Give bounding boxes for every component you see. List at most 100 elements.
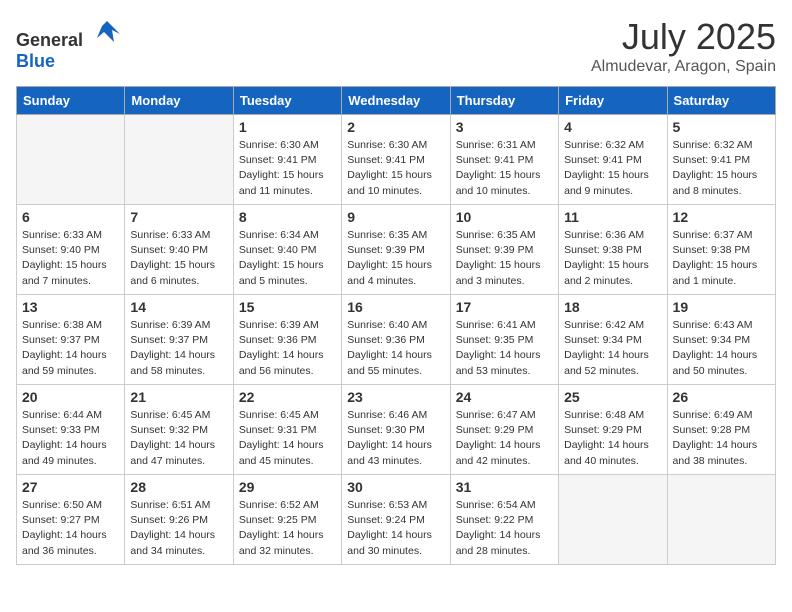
day-number: 7	[130, 209, 227, 225]
day-number: 20	[22, 389, 119, 405]
day-info: Sunrise: 6:45 AMSunset: 9:32 PMDaylight:…	[130, 408, 227, 469]
day-number: 26	[673, 389, 770, 405]
logo-general: General	[16, 30, 83, 50]
week-row-5: 27 Sunrise: 6:50 AMSunset: 9:27 PMDaylig…	[17, 475, 776, 565]
calendar-cell	[667, 475, 775, 565]
calendar-cell: 2 Sunrise: 6:30 AMSunset: 9:41 PMDayligh…	[342, 115, 450, 205]
day-info: Sunrise: 6:42 AMSunset: 9:34 PMDaylight:…	[564, 318, 661, 379]
calendar-cell: 8 Sunrise: 6:34 AMSunset: 9:40 PMDayligh…	[233, 205, 341, 295]
logo: General Blue	[16, 16, 122, 72]
day-number: 23	[347, 389, 444, 405]
day-number: 11	[564, 209, 661, 225]
day-number: 17	[456, 299, 553, 315]
calendar-cell: 14 Sunrise: 6:39 AMSunset: 9:37 PMDaylig…	[125, 295, 233, 385]
day-info: Sunrise: 6:52 AMSunset: 9:25 PMDaylight:…	[239, 498, 336, 559]
day-info: Sunrise: 6:39 AMSunset: 9:36 PMDaylight:…	[239, 318, 336, 379]
day-info: Sunrise: 6:48 AMSunset: 9:29 PMDaylight:…	[564, 408, 661, 469]
day-info: Sunrise: 6:32 AMSunset: 9:41 PMDaylight:…	[564, 138, 661, 199]
day-info: Sunrise: 6:30 AMSunset: 9:41 PMDaylight:…	[347, 138, 444, 199]
calendar-cell: 26 Sunrise: 6:49 AMSunset: 9:28 PMDaylig…	[667, 385, 775, 475]
calendar-cell: 15 Sunrise: 6:39 AMSunset: 9:36 PMDaylig…	[233, 295, 341, 385]
day-info: Sunrise: 6:33 AMSunset: 9:40 PMDaylight:…	[130, 228, 227, 289]
day-info: Sunrise: 6:40 AMSunset: 9:36 PMDaylight:…	[347, 318, 444, 379]
day-number: 27	[22, 479, 119, 495]
week-row-2: 6 Sunrise: 6:33 AMSunset: 9:40 PMDayligh…	[17, 205, 776, 295]
day-number: 12	[673, 209, 770, 225]
day-info: Sunrise: 6:43 AMSunset: 9:34 PMDaylight:…	[673, 318, 770, 379]
day-number: 15	[239, 299, 336, 315]
day-info: Sunrise: 6:35 AMSunset: 9:39 PMDaylight:…	[347, 228, 444, 289]
day-info: Sunrise: 6:31 AMSunset: 9:41 PMDaylight:…	[456, 138, 553, 199]
day-number: 18	[564, 299, 661, 315]
day-info: Sunrise: 6:34 AMSunset: 9:40 PMDaylight:…	[239, 228, 336, 289]
calendar-cell: 27 Sunrise: 6:50 AMSunset: 9:27 PMDaylig…	[17, 475, 125, 565]
calendar-cell: 13 Sunrise: 6:38 AMSunset: 9:37 PMDaylig…	[17, 295, 125, 385]
weekday-header-thursday: Thursday	[450, 87, 558, 115]
day-number: 3	[456, 119, 553, 135]
day-number: 13	[22, 299, 119, 315]
logo-bird-icon	[92, 16, 122, 46]
day-number: 25	[564, 389, 661, 405]
calendar-cell: 11 Sunrise: 6:36 AMSunset: 9:38 PMDaylig…	[559, 205, 667, 295]
calendar-cell: 28 Sunrise: 6:51 AMSunset: 9:26 PMDaylig…	[125, 475, 233, 565]
weekday-header-saturday: Saturday	[667, 87, 775, 115]
calendar-cell: 17 Sunrise: 6:41 AMSunset: 9:35 PMDaylig…	[450, 295, 558, 385]
day-info: Sunrise: 6:53 AMSunset: 9:24 PMDaylight:…	[347, 498, 444, 559]
weekday-header-friday: Friday	[559, 87, 667, 115]
week-row-4: 20 Sunrise: 6:44 AMSunset: 9:33 PMDaylig…	[17, 385, 776, 475]
calendar-cell: 30 Sunrise: 6:53 AMSunset: 9:24 PMDaylig…	[342, 475, 450, 565]
weekday-header-row: SundayMondayTuesdayWednesdayThursdayFrid…	[17, 87, 776, 115]
calendar-cell: 20 Sunrise: 6:44 AMSunset: 9:33 PMDaylig…	[17, 385, 125, 475]
calendar-cell: 19 Sunrise: 6:43 AMSunset: 9:34 PMDaylig…	[667, 295, 775, 385]
day-number: 2	[347, 119, 444, 135]
day-info: Sunrise: 6:54 AMSunset: 9:22 PMDaylight:…	[456, 498, 553, 559]
title-block: July 2025 Almudevar, Aragon, Spain	[591, 16, 776, 76]
day-number: 16	[347, 299, 444, 315]
calendar-cell: 1 Sunrise: 6:30 AMSunset: 9:41 PMDayligh…	[233, 115, 341, 205]
day-number: 30	[347, 479, 444, 495]
day-info: Sunrise: 6:32 AMSunset: 9:41 PMDaylight:…	[673, 138, 770, 199]
day-info: Sunrise: 6:44 AMSunset: 9:33 PMDaylight:…	[22, 408, 119, 469]
day-number: 31	[456, 479, 553, 495]
weekday-header-wednesday: Wednesday	[342, 87, 450, 115]
day-info: Sunrise: 6:38 AMSunset: 9:37 PMDaylight:…	[22, 318, 119, 379]
calendar-cell: 10 Sunrise: 6:35 AMSunset: 9:39 PMDaylig…	[450, 205, 558, 295]
calendar-cell: 18 Sunrise: 6:42 AMSunset: 9:34 PMDaylig…	[559, 295, 667, 385]
day-info: Sunrise: 6:33 AMSunset: 9:40 PMDaylight:…	[22, 228, 119, 289]
weekday-header-monday: Monday	[125, 87, 233, 115]
day-info: Sunrise: 6:37 AMSunset: 9:38 PMDaylight:…	[673, 228, 770, 289]
day-info: Sunrise: 6:30 AMSunset: 9:41 PMDaylight:…	[239, 138, 336, 199]
day-number: 22	[239, 389, 336, 405]
calendar-cell: 6 Sunrise: 6:33 AMSunset: 9:40 PMDayligh…	[17, 205, 125, 295]
calendar-cell: 3 Sunrise: 6:31 AMSunset: 9:41 PMDayligh…	[450, 115, 558, 205]
weekday-header-tuesday: Tuesday	[233, 87, 341, 115]
calendar-cell: 7 Sunrise: 6:33 AMSunset: 9:40 PMDayligh…	[125, 205, 233, 295]
calendar-cell: 22 Sunrise: 6:45 AMSunset: 9:31 PMDaylig…	[233, 385, 341, 475]
week-row-3: 13 Sunrise: 6:38 AMSunset: 9:37 PMDaylig…	[17, 295, 776, 385]
day-info: Sunrise: 6:49 AMSunset: 9:28 PMDaylight:…	[673, 408, 770, 469]
day-info: Sunrise: 6:50 AMSunset: 9:27 PMDaylight:…	[22, 498, 119, 559]
day-number: 1	[239, 119, 336, 135]
weekday-header-sunday: Sunday	[17, 87, 125, 115]
calendar-table: SundayMondayTuesdayWednesdayThursdayFrid…	[16, 86, 776, 565]
day-info: Sunrise: 6:51 AMSunset: 9:26 PMDaylight:…	[130, 498, 227, 559]
calendar-cell: 9 Sunrise: 6:35 AMSunset: 9:39 PMDayligh…	[342, 205, 450, 295]
page-header: General Blue July 2025 Almudevar, Aragon…	[16, 16, 776, 76]
calendar-cell: 16 Sunrise: 6:40 AMSunset: 9:36 PMDaylig…	[342, 295, 450, 385]
day-number: 8	[239, 209, 336, 225]
week-row-1: 1 Sunrise: 6:30 AMSunset: 9:41 PMDayligh…	[17, 115, 776, 205]
location-title: Almudevar, Aragon, Spain	[591, 58, 776, 76]
month-title: July 2025	[591, 16, 776, 58]
calendar-cell: 24 Sunrise: 6:47 AMSunset: 9:29 PMDaylig…	[450, 385, 558, 475]
day-number: 29	[239, 479, 336, 495]
calendar-cell: 5 Sunrise: 6:32 AMSunset: 9:41 PMDayligh…	[667, 115, 775, 205]
calendar-cell: 29 Sunrise: 6:52 AMSunset: 9:25 PMDaylig…	[233, 475, 341, 565]
calendar-cell	[559, 475, 667, 565]
day-number: 19	[673, 299, 770, 315]
logo-blue: Blue	[16, 51, 55, 71]
calendar-cell: 23 Sunrise: 6:46 AMSunset: 9:30 PMDaylig…	[342, 385, 450, 475]
day-number: 28	[130, 479, 227, 495]
day-info: Sunrise: 6:36 AMSunset: 9:38 PMDaylight:…	[564, 228, 661, 289]
day-number: 14	[130, 299, 227, 315]
day-number: 5	[673, 119, 770, 135]
